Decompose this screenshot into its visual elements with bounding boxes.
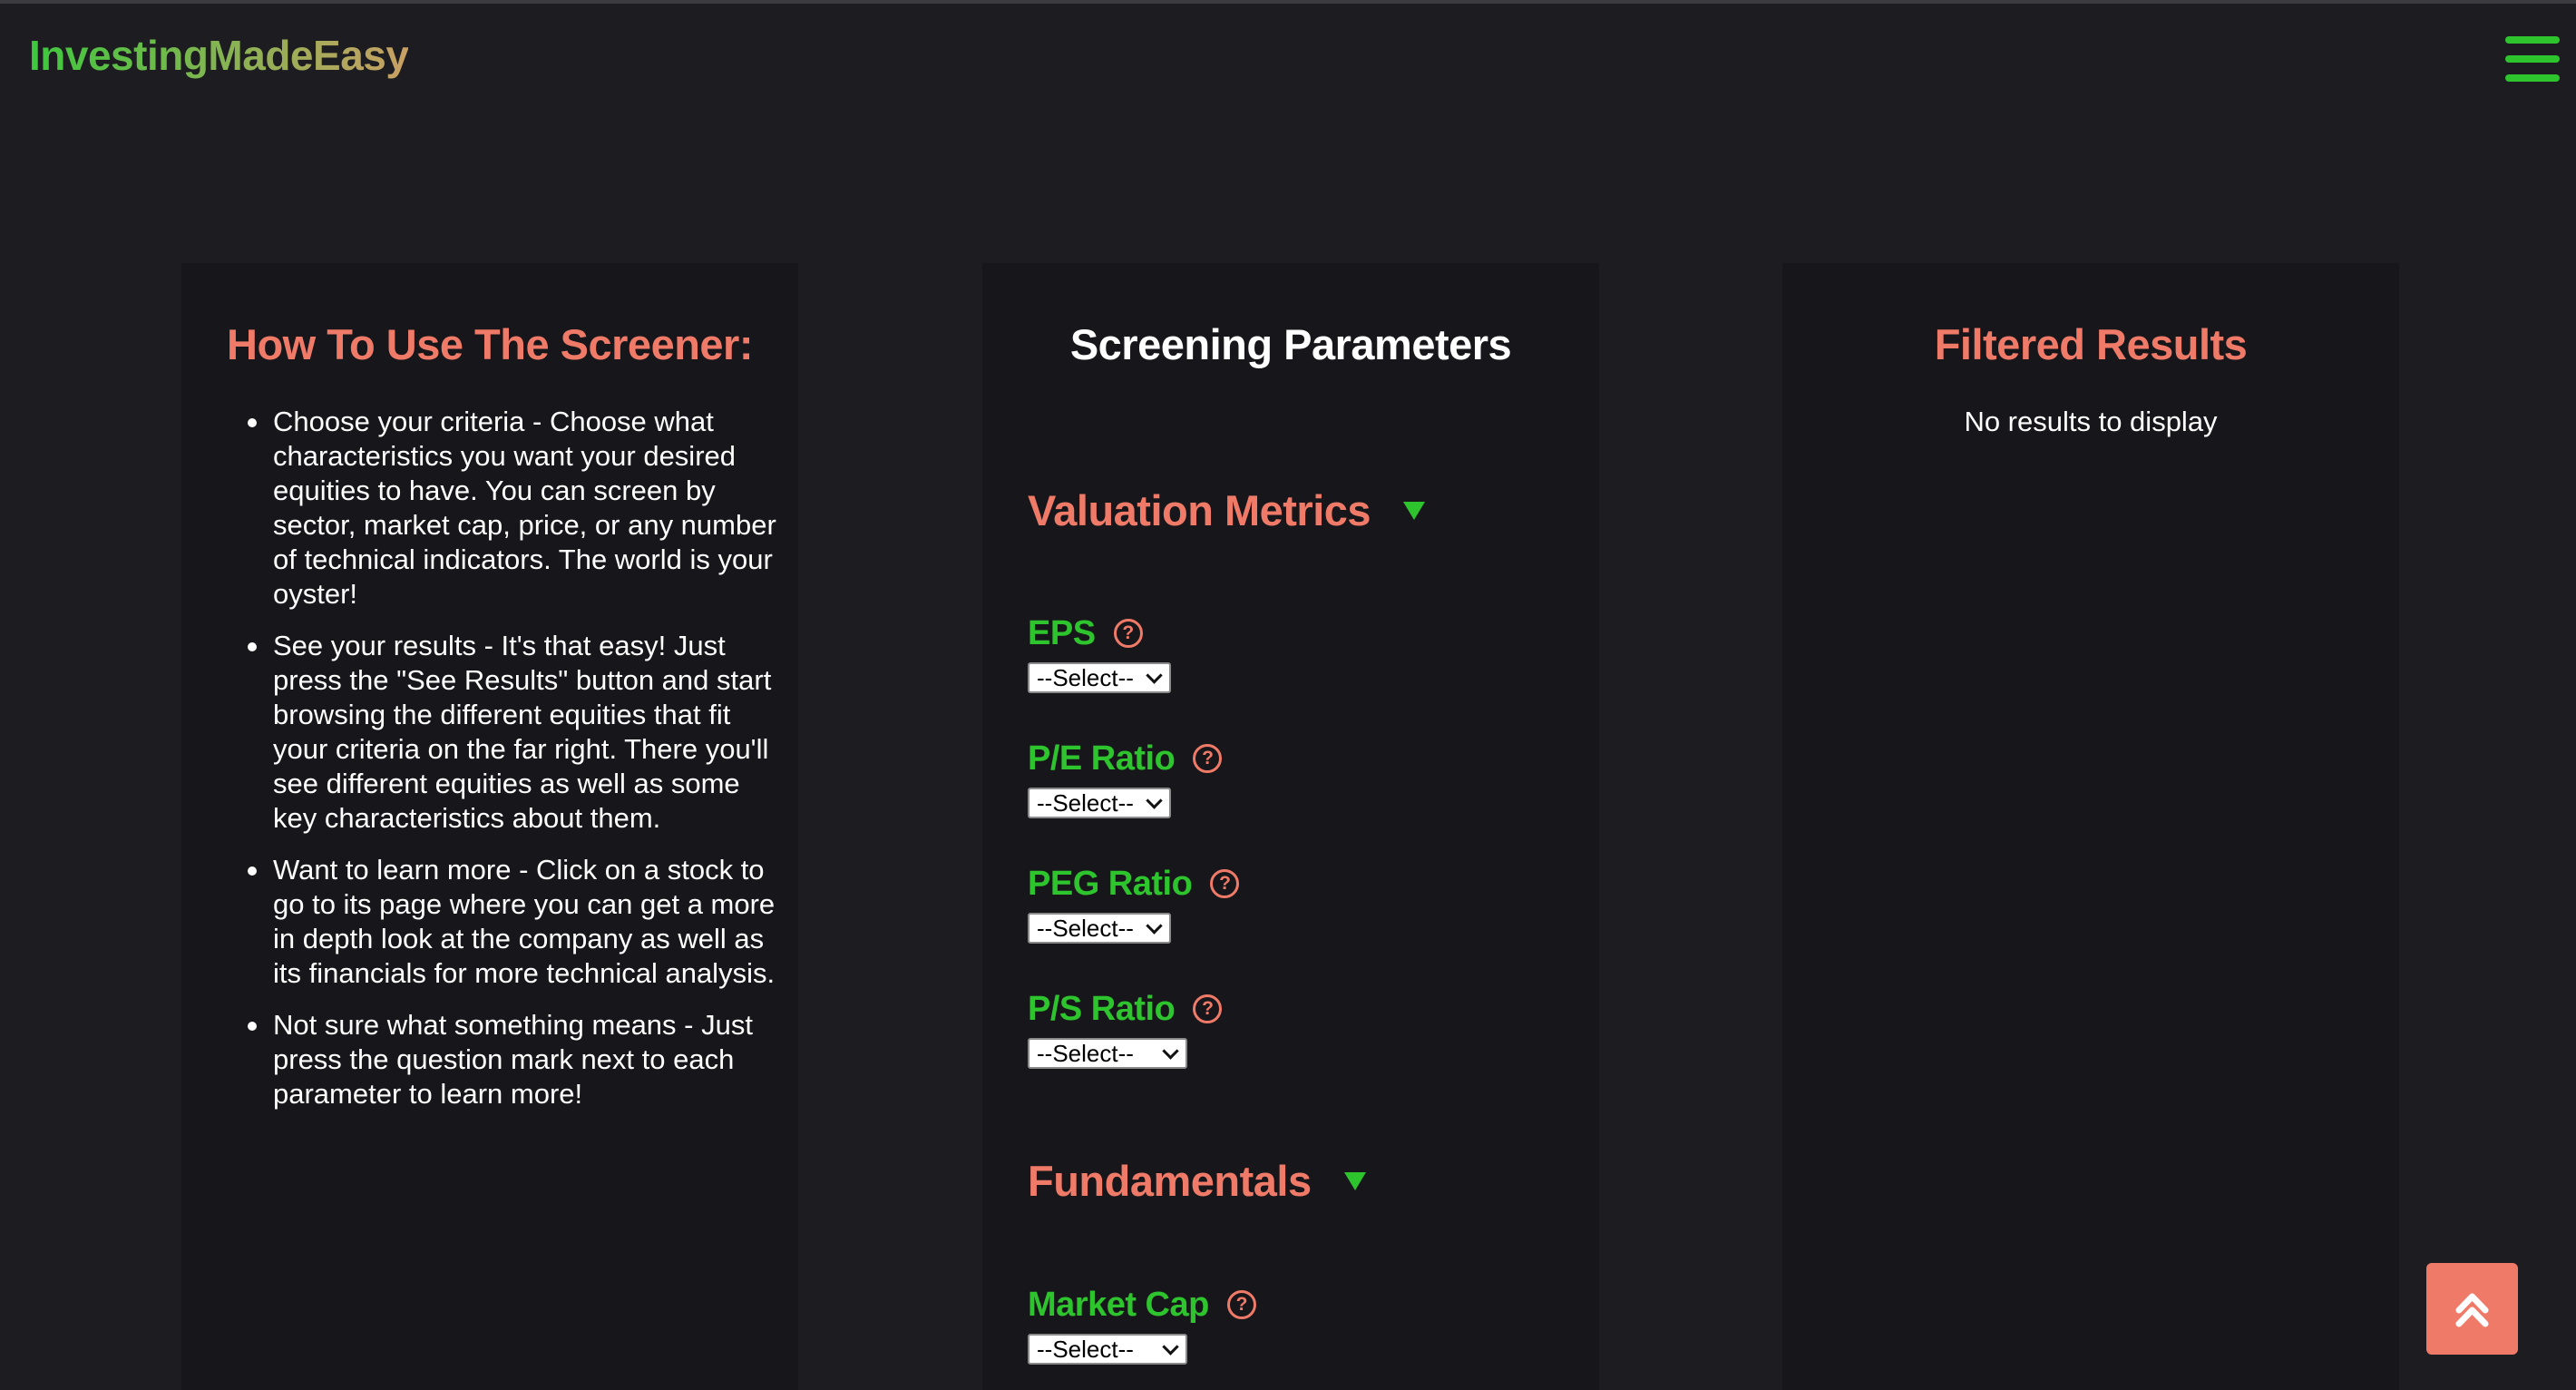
question-mark-icon[interactable]: ? — [1193, 994, 1223, 1023]
select-value: --Select-- — [1037, 914, 1134, 942]
results-panel: Filtered Results No results to display — [1782, 263, 2399, 1390]
param-peg-ratio: PEG Ratio ? --Select-- — [1028, 864, 1240, 944]
param-label: P/S Ratio — [1028, 989, 1176, 1028]
param-ps-ratio: P/S Ratio ? --Select-- — [1028, 989, 1223, 1069]
list-item: See your results - It's that easy! Just … — [248, 629, 790, 836]
list-item: Choose your criteria - Choose what chara… — [248, 405, 790, 612]
chevron-down-icon — [1146, 791, 1163, 809]
section-title: Valuation Metrics — [1028, 486, 1371, 534]
chevron-down-icon — [1162, 1042, 1179, 1060]
menu-bar — [2505, 55, 2560, 63]
bullet-icon — [248, 1022, 257, 1031]
param-label: Market Cap — [1028, 1285, 1209, 1324]
list-item-text: See your results - It's that easy! Just … — [273, 630, 772, 834]
section-toggle-valuation-metrics[interactable]: Valuation Metrics — [1028, 485, 1426, 535]
param-label: EPS — [1028, 613, 1096, 652]
market-cap-select[interactable]: --Select-- — [1028, 1334, 1187, 1365]
peg-ratio-select[interactable]: --Select-- — [1028, 913, 1171, 944]
list-item-text: Want to learn more - Click on a stock to… — [273, 854, 776, 989]
how-to-list: Choose your criteria - Choose what chara… — [248, 405, 790, 1129]
section-title: Fundamentals — [1028, 1157, 1312, 1205]
chevron-down-icon — [1146, 666, 1163, 684]
chevron-down-icon — [1162, 1337, 1179, 1356]
menu-bar — [2505, 36, 2560, 44]
how-to-title: How To Use The Screener: — [227, 320, 754, 368]
list-item: Not sure what something means - Just pre… — [248, 1008, 790, 1111]
ps-ratio-select[interactable]: --Select-- — [1028, 1038, 1187, 1069]
brand-logo[interactable]: InvestingMadeEasy — [29, 31, 409, 80]
scroll-to-top-button[interactable] — [2426, 1263, 2518, 1355]
question-mark-icon[interactable]: ? — [1226, 1290, 1256, 1319]
results-title: Filtered Results — [1934, 320, 2248, 368]
screening-title: Screening Parameters — [1069, 320, 1512, 368]
param-pe-ratio: P/E Ratio ? --Select-- — [1028, 739, 1223, 818]
menu-bar — [2505, 74, 2560, 82]
bullet-icon — [248, 642, 257, 651]
section-toggle-fundamentals[interactable]: Fundamentals — [1028, 1156, 1366, 1206]
pe-ratio-select[interactable]: --Select-- — [1028, 788, 1171, 818]
param-market-cap: Market Cap ? --Select-- — [1028, 1285, 1256, 1365]
eps-select[interactable]: --Select-- — [1028, 662, 1171, 693]
question-mark-icon[interactable]: ? — [1193, 744, 1223, 773]
top-border — [0, 0, 2576, 4]
param-label: P/E Ratio — [1028, 739, 1176, 778]
select-value: --Select-- — [1037, 1335, 1134, 1363]
param-label: PEG Ratio — [1028, 864, 1193, 903]
hamburger-menu-icon[interactable] — [2505, 34, 2560, 83]
list-item-text: Not sure what something means - Just pre… — [273, 1009, 753, 1110]
question-mark-icon[interactable]: ? — [1113, 619, 1143, 648]
screening-panel: Screening Parameters Valuation Metrics E… — [982, 263, 1599, 1390]
select-value: --Select-- — [1037, 663, 1134, 691]
select-value: --Select-- — [1037, 788, 1134, 817]
list-item-text: Choose your criteria - Choose what chara… — [273, 406, 776, 610]
empty-results-text: No results to display — [1964, 406, 2218, 437]
bullet-icon — [248, 418, 257, 427]
chevron-down-icon — [1146, 916, 1163, 935]
triangle-down-icon — [1403, 501, 1426, 520]
list-item: Want to learn more - Click on a stock to… — [248, 853, 790, 991]
bullet-icon — [248, 866, 257, 876]
triangle-down-icon — [1343, 1171, 1366, 1190]
question-mark-icon[interactable]: ? — [1210, 869, 1240, 898]
select-value: --Select-- — [1037, 1039, 1134, 1067]
param-eps: EPS ? --Select-- — [1028, 613, 1171, 693]
how-to-panel: How To Use The Screener: Choose your cri… — [181, 263, 798, 1390]
double-chevron-up-icon — [2455, 1293, 2489, 1327]
